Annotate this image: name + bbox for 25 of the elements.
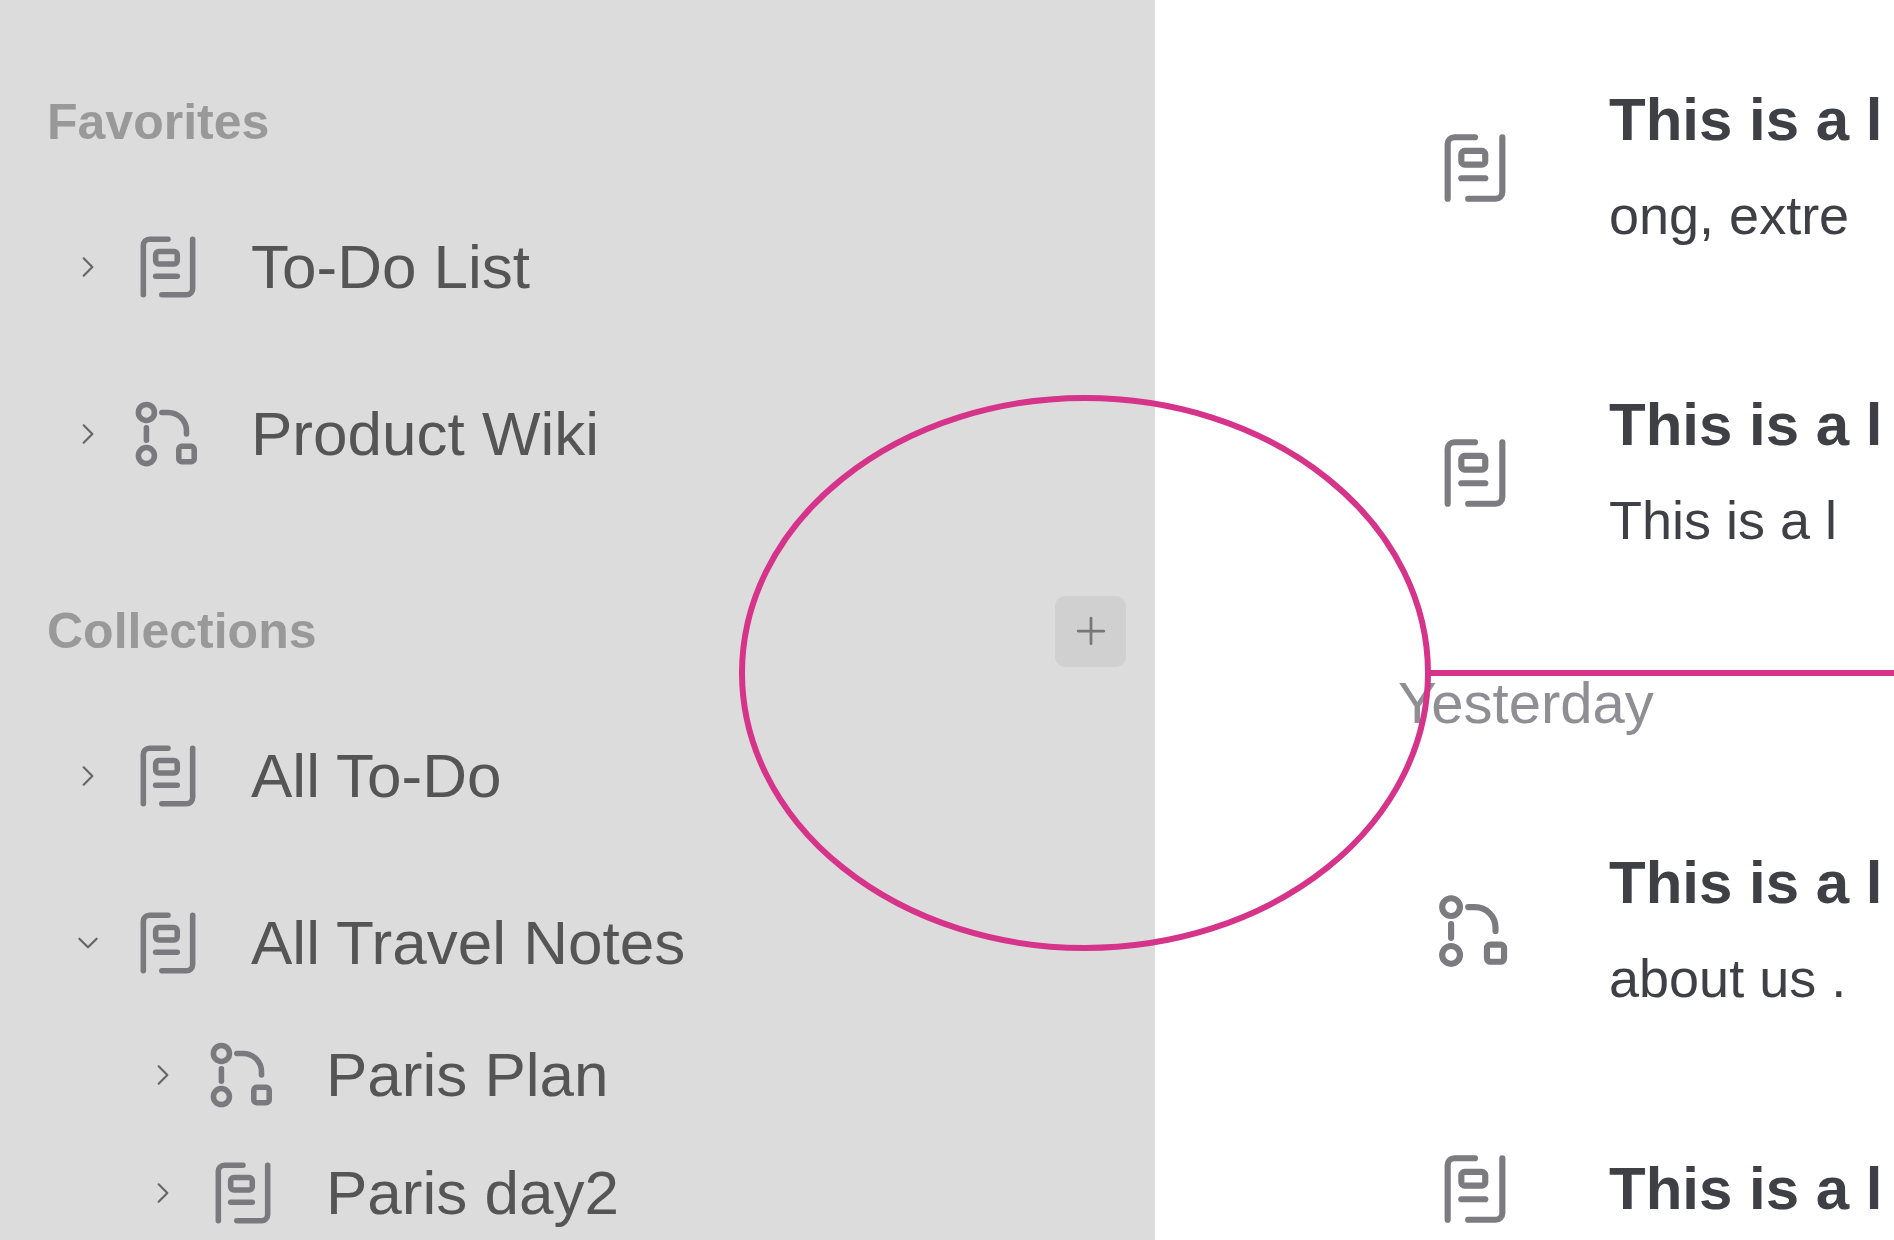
item-label: All Travel Notes [251, 912, 686, 974]
sidebar-item[interactable]: Paris Plan [0, 1020, 1155, 1130]
note-item[interactable]: This is a l [1434, 1148, 1894, 1230]
note-title: This is a l [1609, 1154, 1883, 1224]
note-title: This is a l [1609, 85, 1883, 155]
add-button[interactable] [1055, 595, 1126, 667]
item-label: Product Wiki [251, 403, 599, 465]
sidebar-item[interactable]: To-Do List [0, 212, 1155, 322]
note-item[interactable]: This is a l about us . [1434, 843, 1894, 1018]
note-preview: about us . [1609, 947, 1848, 1010]
note-item[interactable]: This is a l This is a l [1434, 385, 1894, 560]
note-preview: This is a l [1609, 489, 1839, 552]
item-label: Paris Plan [326, 1044, 609, 1106]
sidebar-item[interactable]: All Travel Notes [0, 888, 1155, 998]
sidebar-item[interactable]: Product Wiki [0, 379, 1155, 489]
sidebar-item[interactable]: All To-Do [0, 721, 1155, 831]
note-preview: ong, extre [1609, 184, 1851, 247]
item-label: To-Do List [251, 236, 531, 298]
note-title: This is a l [1609, 390, 1883, 460]
section-heading: Collections [47, 606, 317, 656]
note-item[interactable]: This is a l ong, extre [1434, 80, 1894, 255]
note-title: This is a l [1609, 848, 1883, 918]
item-label: All To-Do [251, 745, 502, 807]
sidebar-item[interactable]: Paris day2 [0, 1138, 1155, 1240]
section-heading: Favorites [47, 97, 270, 147]
